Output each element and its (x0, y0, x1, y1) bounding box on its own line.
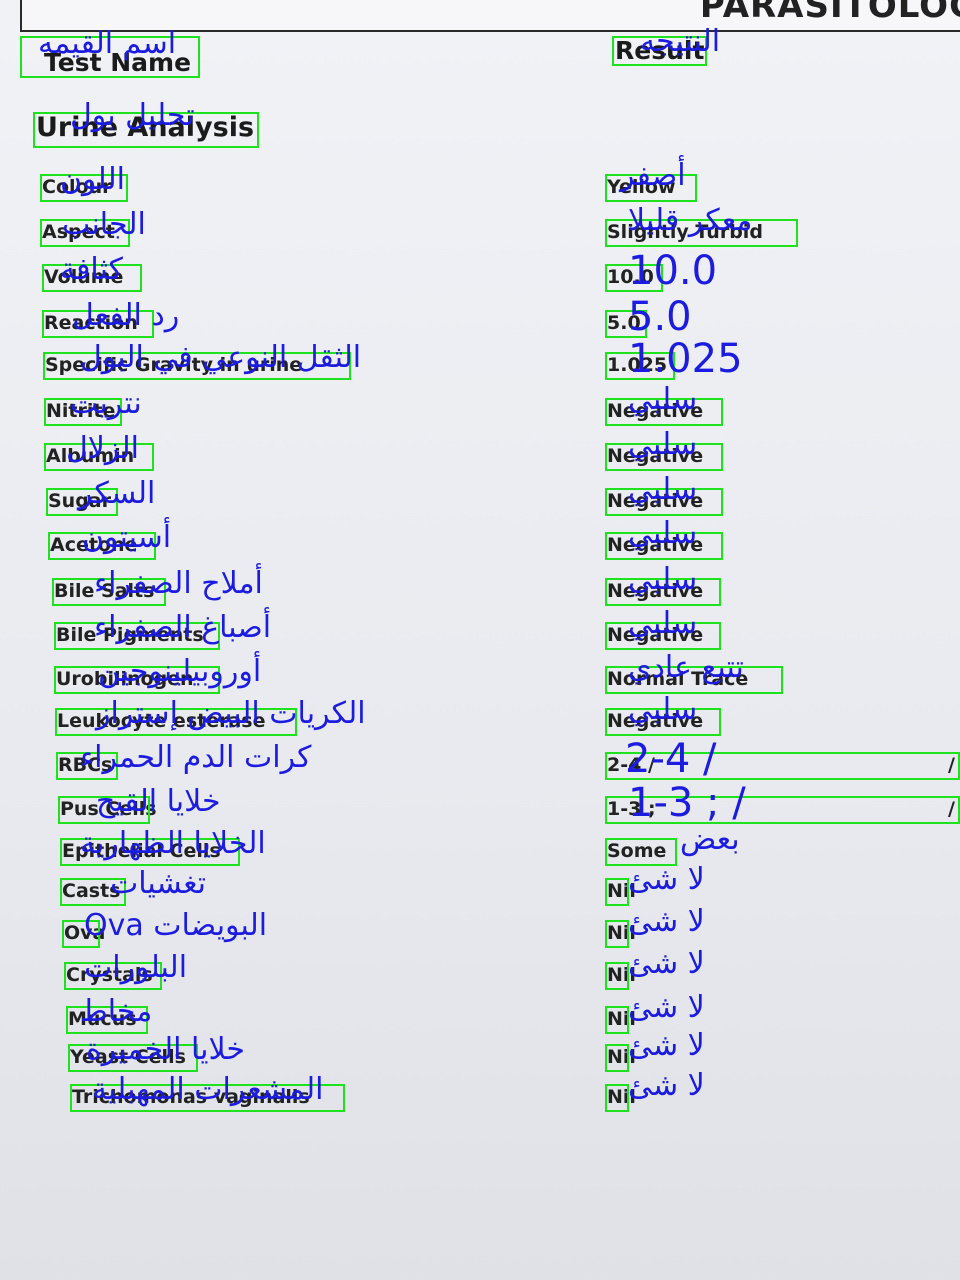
test-value-ar: لا شئ (628, 990, 705, 1025)
test-value-box (605, 1084, 629, 1112)
test-value-ar: لا شئ (628, 1028, 705, 1063)
test-value-box (605, 1044, 629, 1072)
test-label-ar: أوروبيلينوجين (98, 654, 262, 689)
test-label-ar: البويضات Ova (84, 908, 268, 943)
test-label-ar: الثقل النوعي في البول (80, 340, 362, 375)
test-name-header-ar: اسم القيمه (38, 26, 177, 61)
test-value-ar: لا شئ (628, 904, 705, 939)
test-value-suffix: / (948, 798, 955, 820)
test-label-ar: تغشيات (110, 866, 207, 901)
test-label-ar: مخاط (80, 994, 153, 1029)
test-value-box (605, 878, 629, 906)
test-value-ar: أصفر (620, 158, 686, 193)
test-value-ar: سلبي (628, 562, 698, 597)
test-value-box (605, 962, 629, 990)
test-label-ar: السكر (78, 476, 156, 511)
test-label-ar: نتريت (70, 386, 142, 421)
test-label-ar: البلورات (84, 950, 188, 985)
test-label-ar: الخلايا الظهارية (80, 826, 266, 861)
test-label-ar: خلايا الخميرة (86, 1032, 245, 1067)
test-value-suffix: / (948, 754, 955, 776)
section-title-ar: تحليل بول (70, 98, 195, 133)
test-label-ar: أملاح الصفراء (94, 566, 263, 601)
test-value-ar: سلبي (628, 606, 698, 641)
test-label-ar: خلايا القيح (96, 784, 221, 819)
test-label-ar: كرات الدم الحمراء (80, 740, 312, 775)
test-value-ar: 2-4 / (625, 736, 717, 782)
test-label-ar: المشعرات المهبلية (92, 1072, 324, 1107)
test-value-ar: سلبي (628, 692, 698, 727)
test-value-ar: 10.0 (628, 248, 718, 294)
test-value-ar: سلبي (628, 472, 698, 507)
test-value-ar: سلبي (628, 382, 698, 417)
test-label-ar: الجانب (62, 207, 146, 242)
test-value-box (605, 1006, 629, 1034)
test-label-ar: الكريات البيض إستراز (96, 696, 366, 731)
test-label-ar: أسيتون (82, 520, 172, 555)
test-value-ar: تتبع عادي (628, 650, 744, 685)
report-header-title: PARASITOLOG (699, 0, 960, 26)
test-value-ar: سلبي (628, 516, 698, 551)
test-label-ar: الزلال (66, 431, 139, 466)
result-header-ar: النتيجه (640, 24, 721, 59)
test-value-ar: لا شئ (628, 946, 705, 981)
test-value-box (605, 920, 629, 948)
test-value-ar: سلبي (628, 427, 698, 462)
test-value-ar: 1.025 (628, 336, 743, 382)
test-label-ar: رد الفعل (72, 298, 180, 333)
test-value-ar: معكر قليلا (628, 203, 753, 238)
test-label-ar: أصباغ الصفراء (94, 610, 272, 645)
test-value-ar: لا شئ (628, 1068, 705, 1103)
test-value-ar: بعض (680, 822, 740, 857)
test-value-ar: 5.0 (628, 294, 692, 340)
test-value-ar: 1-3 ; / (628, 780, 746, 826)
test-value-ar: لا شئ (628, 862, 705, 897)
test-label-ar: كثافة (60, 252, 123, 287)
test-label-ar: اللون (60, 162, 125, 197)
